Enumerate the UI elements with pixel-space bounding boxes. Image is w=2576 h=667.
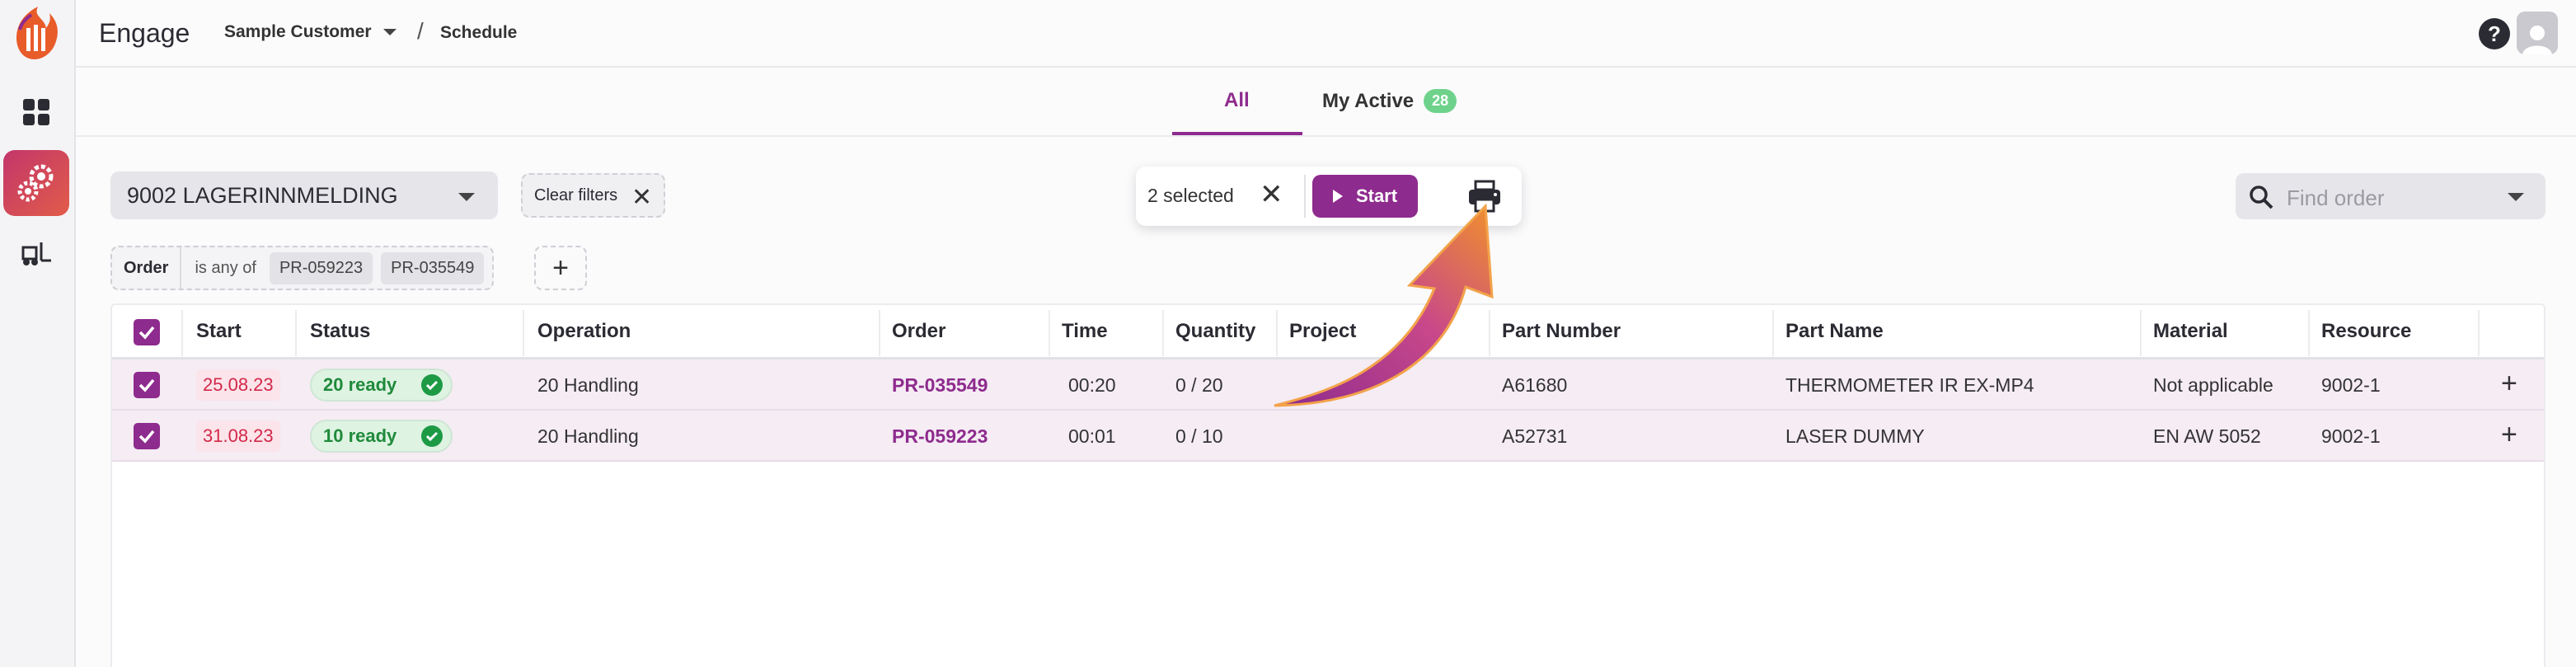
search-placeholder: Find order [2287,186,2385,210]
operation-select[interactable]: 9002 LAGERINNMELDING [110,171,498,219]
filter-value: PR-035549 [381,251,485,284]
part-name-cell: LASER DUMMY [1785,425,1925,447]
close-icon: ✕ [631,184,653,211]
start-date-badge: 25.08.23 [196,369,280,401]
resource-cell: 9002-1 [2321,425,2381,447]
operation-cell: 20 Handling [537,425,639,447]
top-bar: Engage Sample Customer / Schedule ? [76,0,2576,68]
material-cell: Not applicable [2153,374,2273,396]
app-title: Engage [99,18,190,48]
column-header[interactable]: Start [196,320,242,343]
search-icon [2249,185,2273,214]
row-checkbox[interactable] [134,423,160,449]
resource-cell: 9002-1 [2321,374,2381,396]
time-cell: 00:20 [1068,374,1116,396]
plus-icon: + [552,251,569,284]
tab-my-active-label: My Active [1322,89,1415,112]
column-header[interactable]: Part Name [1785,320,1884,343]
customer-label: Sample Customer [224,22,372,41]
column-header[interactable]: Status [310,320,370,343]
gears-icon [13,160,59,206]
table-row[interactable]: 31.08.23 10 ready 20 Handling PR-059223 … [112,411,2544,462]
forklift-icon [20,241,53,267]
add-filter-button[interactable]: + [534,246,587,290]
tab-all-label: All [1224,89,1250,111]
column-header[interactable]: Time [1062,320,1108,343]
row-add-button[interactable]: + [2501,419,2517,451]
chevron-down-icon [458,193,475,201]
selection-count: 2 selected [1147,185,1234,206]
dashboard-nav[interactable] [3,79,69,145]
start-date-badge: 31.08.23 [196,420,280,452]
column-header[interactable]: Operation [537,320,631,343]
breadcrumb-page[interactable]: Schedule [440,23,517,43]
row-checkbox[interactable] [134,372,160,398]
grid-icon [21,97,51,127]
forklift-nav[interactable] [3,221,69,287]
column-header[interactable]: Quantity [1175,320,1255,343]
breadcrumb-separator: / [417,18,424,44]
operation-select-value: 9002 LAGERINNMELDING [127,183,398,208]
find-order-search[interactable]: Find order [2236,173,2546,219]
check-icon [138,378,155,392]
column-header[interactable]: Material [2153,320,2228,343]
count-badge: 28 [1424,89,1457,113]
order-filter-chip[interactable]: Order is any of PR-059223 PR-035549 [110,246,495,290]
select-all-checkbox[interactable] [134,319,160,345]
column-header[interactable]: Part Number [1502,320,1621,343]
status-label: 10 ready [323,425,397,446]
filter-field: Order [112,247,182,289]
order-link[interactable]: PR-035549 [892,374,988,397]
operation-cell: 20 Handling [537,374,639,396]
customer-selector[interactable]: Sample Customer [224,22,396,42]
clear-filters-label: Clear filters [534,186,618,204]
filter-operator: is any of [195,258,256,277]
part-name-cell: THERMOMETER IR EX-MP4 [1785,374,2034,396]
check-icon [138,326,155,340]
tabs-bar: All My Active 28 [76,68,2576,137]
chevron-down-icon [382,29,396,35]
status-badge: 20 ready [310,369,453,402]
chevron-down-icon [2508,193,2524,201]
check-icon [138,430,155,444]
clear-filters-button[interactable]: Clear filters ✕ [521,173,666,218]
row-add-button[interactable]: + [2501,368,2517,400]
order-link[interactable]: PR-059223 [892,425,988,448]
user-icon [2522,26,2552,54]
material-cell: EN AW 5052 [2153,425,2261,447]
check-circle-icon [421,374,443,396]
app-logo[interactable] [8,5,63,63]
tab-all[interactable]: All [1224,89,1250,112]
status-label: 20 ready [323,374,397,395]
sidebar [0,0,76,667]
part-number-cell: A52731 [1502,425,1568,447]
filter-value: PR-059223 [269,251,373,284]
help-icon[interactable]: ? [2479,18,2510,49]
status-badge: 10 ready [310,420,453,453]
production-nav[interactable] [3,150,69,216]
column-header[interactable]: Order [892,320,945,343]
quantity-cell: 0 / 20 [1175,374,1223,396]
active-tab-indicator [1172,132,1302,135]
time-cell: 00:01 [1068,425,1116,447]
annotation-arrow [1274,203,1494,407]
avatar[interactable] [2517,12,2558,54]
quantity-cell: 0 / 10 [1175,425,1223,447]
tab-my-active[interactable]: My Active 28 [1322,89,1457,113]
column-header[interactable]: Resource [2321,320,2411,343]
check-circle-icon [421,425,443,447]
